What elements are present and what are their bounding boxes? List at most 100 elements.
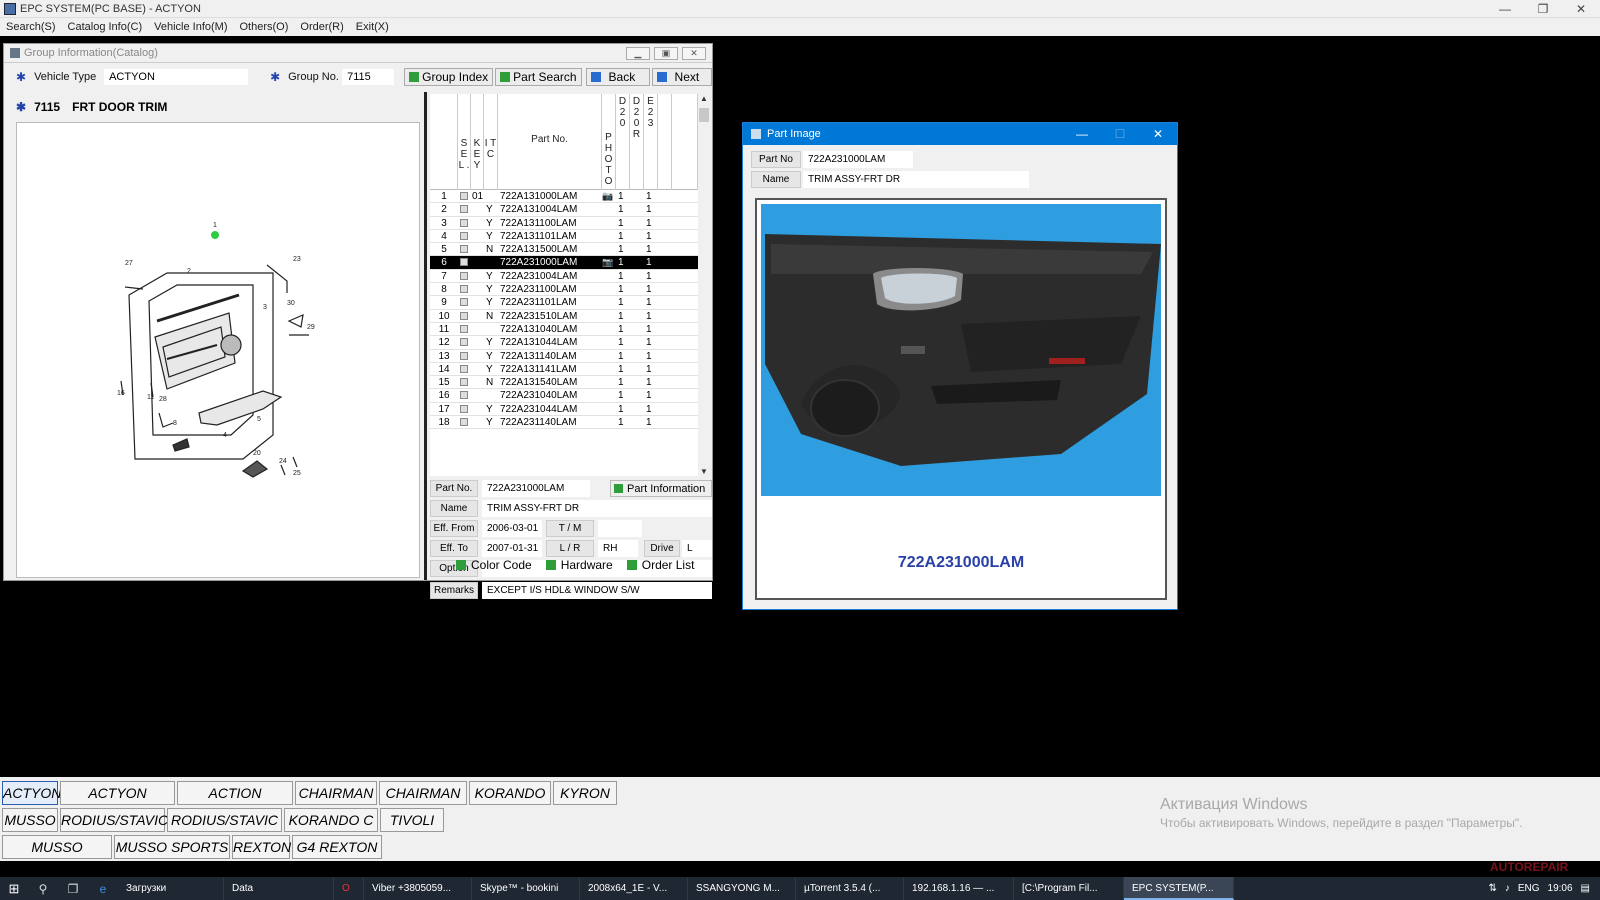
taskbar-app-viber[interactable]: Viber +3805059... [364,877,472,900]
taskbar-app-utorrent[interactable]: µTorrent 3.5.4 (... [796,877,904,900]
vehicle-tab-action-sports-ii[interactable]: ACTION SPORTS II [177,781,293,823]
select-checkbox[interactable] [460,391,468,400]
order-list-button[interactable]: Order List [626,558,694,572]
menu-others[interactable]: Others(O) [240,21,289,33]
select-checkbox[interactable] [460,285,468,294]
col-d20r[interactable]: D 2 0 R [630,94,644,190]
col-sel[interactable]: S E L . [458,94,471,190]
next-button[interactable]: Next [651,68,712,86]
group-index-button[interactable]: Group Index [404,68,494,86]
vehicle-tab-musso-sports-ii[interactable]: MUSSO SPORTS II [114,835,230,877]
select-checkbox[interactable] [460,298,468,307]
taskbar-app-epc[interactable]: EPC SYSTEM(P... [1124,877,1234,900]
table-row[interactable]: 8 Y 722A231100LAM 1 1 [430,283,698,297]
menu-order[interactable]: Order(R) [300,21,343,33]
select-checkbox[interactable] [460,364,468,373]
table-row[interactable]: 11 722A131040LAM 1 1 [430,323,698,337]
select-checkbox[interactable] [460,205,468,214]
table-row[interactable]: 14 Y 722A131141LAM 1 1 [430,363,698,377]
part-image-minimize-button[interactable]: — [1063,123,1101,145]
select-checkbox[interactable] [460,231,468,240]
minimize-button[interactable]: — [1486,0,1524,18]
table-row[interactable]: 18 Y 722A231140LAM 1 1 [430,416,698,430]
table-row[interactable]: 3 Y 722A131100LAM 1 1 [430,217,698,230]
select-checkbox[interactable] [460,351,468,360]
restore-button[interactable]: ❐ [1524,0,1562,18]
taskbar-app-vm[interactable]: 2008x64_1E - V... [580,877,688,900]
notification-icon[interactable]: ▤ [1581,883,1590,894]
table-row[interactable]: 2 Y 722A131004LAM 1 1 [430,203,698,217]
group-window-close-button[interactable]: ✕ [682,47,706,60]
close-button[interactable]: ✕ [1562,0,1600,18]
taskbar-app-downloads[interactable]: Загрузки [118,877,224,900]
color-code-button[interactable]: Color Code [456,558,532,572]
select-checkbox[interactable] [460,311,468,320]
col-part-no[interactable]: Part No. [498,94,602,190]
vehicle-tab-musso-sports[interactable]: MUSSO SPORTS [2,835,112,877]
windows-start-icon[interactable]: ⊞ [0,881,28,897]
group-window-minimize-button[interactable]: ▁ [626,47,650,60]
part-no-field[interactable]: 722A231000LAM [482,480,590,497]
task-view-icon[interactable]: ❐ [58,882,88,896]
search-icon[interactable]: ⚲ [28,882,58,896]
tray-language[interactable]: ENG [1518,883,1540,894]
edge-icon[interactable]: e [88,882,118,896]
vehicle-tab-tivoli[interactable]: TIVOLI [380,808,444,832]
table-row[interactable]: 9 Y 722A231101LAM 1 1 [430,296,698,310]
select-checkbox[interactable] [460,192,468,200]
camera-icon[interactable]: 📷 [602,190,616,203]
tray-clock[interactable]: 19:06 [1548,883,1573,894]
group-no-field[interactable]: 7115 [342,69,395,85]
vehicle-tab-actyon[interactable]: ACTYON [2,781,61,805]
vehicle-tab-korando-c[interactable]: KORANDO C [284,808,378,832]
select-checkbox[interactable] [460,324,468,333]
hardware-button[interactable]: Hardware [545,558,613,572]
vehicle-type-field[interactable]: ACTYON [104,69,249,85]
group-window-maximize-button[interactable]: ▣ [654,47,678,60]
menu-catalog-info[interactable]: Catalog Info(C) [68,21,143,33]
eff-from-field[interactable]: 2006-03-01 [482,520,542,537]
tray-network-icon[interactable]: ⇅ [1488,883,1496,894]
parts-table-scrollbar[interactable]: ▲ ▼ [698,94,710,476]
part-image-maximize-button[interactable]: ☐ [1101,123,1139,145]
vehicle-tab-chairman-w[interactable]: CHAIRMAN W [379,781,467,823]
name-field[interactable]: TRIM ASSY-FRT DR [482,500,712,517]
lr-field[interactable]: RH [598,540,638,557]
table-row[interactable]: 12 Y 722A131044LAM 1 1 [430,336,698,350]
vehicle-tab-rexton[interactable]: REXTON [232,835,291,859]
select-checkbox[interactable] [460,271,468,280]
table-row[interactable]: 1 01 722A131000LAM 1 1 📷 [430,190,698,204]
table-row[interactable]: 13 Y 722A131140LAM 1 1 [430,350,698,363]
menu-search[interactable]: Search(S) [6,21,56,33]
taskbar-app-remote[interactable]: 192.168.1.16 — ... [904,877,1014,900]
scroll-thumb[interactable] [699,108,709,122]
camera-icon[interactable]: 📷 [602,256,616,269]
taskbar-app-data[interactable]: Data [224,877,334,900]
select-checkbox[interactable] [460,418,468,427]
scroll-up-icon[interactable]: ▲ [700,94,708,103]
menu-vehicle-info[interactable]: Vehicle Info(M) [154,21,227,33]
part-search-button[interactable]: Part Search [495,68,582,86]
tm-field[interactable] [598,520,642,537]
remarks-field[interactable]: EXCEPT I/S HDL& WINDOW S/W [482,582,712,599]
select-checkbox[interactable] [460,338,468,347]
table-row[interactable]: 15 N 722A131540LAM 1 1 [430,376,698,390]
vehicle-tab-rodius-stavic-ii[interactable]: RODIUS/STAVIC II [167,808,282,850]
col-key[interactable]: K E Y [471,94,484,190]
table-row[interactable]: 4 Y 722A131101LAM 1 1 [430,230,698,244]
vehicle-tab-chairman[interactable]: CHAIRMAN [295,781,377,805]
col-d20[interactable]: D 2 0 [616,94,630,190]
vehicle-tab-kyron[interactable]: KYRON [553,781,617,805]
select-checkbox[interactable] [460,258,468,267]
eff-to-field[interactable]: 2007-01-31 [482,540,542,557]
col-e23[interactable]: E 2 3 [644,94,658,190]
vehicle-tab-actyon-sports[interactable]: ACTYON SPORTS [60,781,175,823]
scroll-down-icon[interactable]: ▼ [700,467,708,476]
select-checkbox[interactable] [460,218,468,227]
taskbar-app-skype[interactable]: Skype™ - bookini [472,877,580,900]
taskbar-app-chrome[interactable]: SSANGYONG M... [688,877,796,900]
part-image-close-button[interactable]: ✕ [1139,123,1177,145]
select-checkbox[interactable] [460,404,468,413]
table-row[interactable]: 7 Y 722A231004LAM 1 1 [430,270,698,284]
select-checkbox[interactable] [460,378,468,387]
